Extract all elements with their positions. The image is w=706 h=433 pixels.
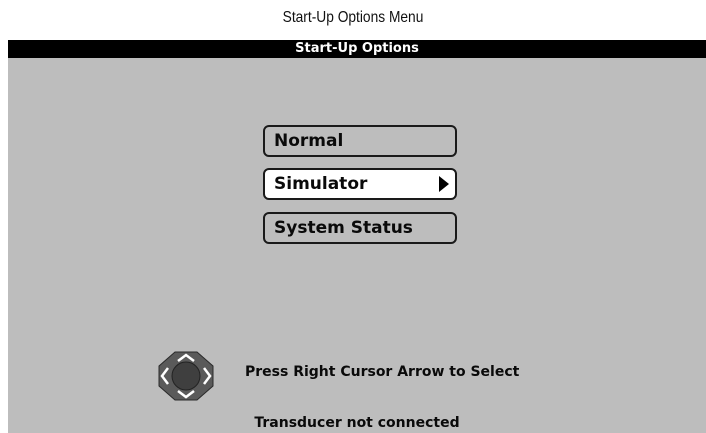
menu-item-label: Normal xyxy=(274,131,344,151)
menu-item-label: Simulator xyxy=(274,174,368,194)
menu-item-simulator[interactable]: Simulator xyxy=(263,168,457,200)
hint-text: Press Right Cursor Arrow to Select xyxy=(245,364,520,380)
device-screen: Start-Up Options Normal Simulator System… xyxy=(8,40,706,433)
menu-item-normal[interactable]: Normal xyxy=(263,125,457,157)
right-arrow-icon xyxy=(439,176,449,192)
window-title: Start-Up Options xyxy=(8,40,706,58)
menu-item-system-status[interactable]: System Status xyxy=(263,212,457,244)
menu-item-label: System Status xyxy=(274,218,413,238)
cursor-pad-icon xyxy=(158,351,214,401)
status-text: Transducer not connected xyxy=(254,415,460,431)
figure-caption: Start-Up Options Menu xyxy=(282,9,424,26)
